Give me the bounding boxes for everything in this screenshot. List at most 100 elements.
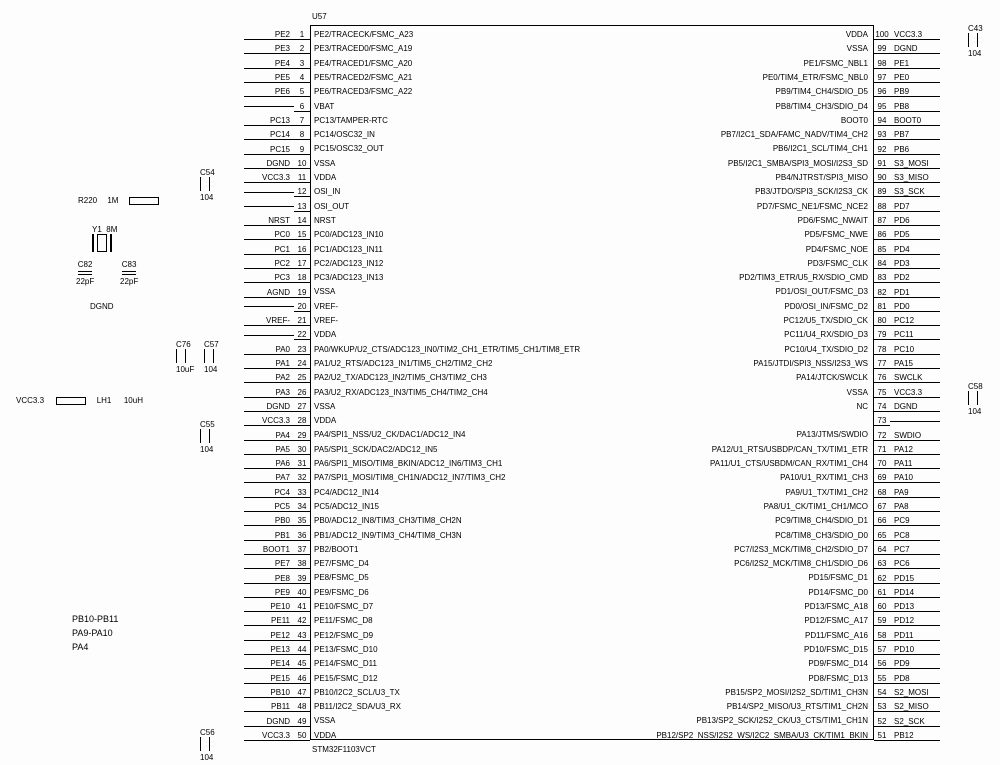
pin-function-right: PA14/JTCK/SWCLK	[796, 373, 868, 382]
net-label	[244, 106, 294, 107]
pin-number: 33	[294, 488, 310, 498]
pin-row-right: 94BOOT0	[874, 114, 1000, 128]
pin-number: 51	[874, 731, 890, 741]
pin-number: 50	[294, 731, 310, 741]
net-label: PC7	[890, 545, 940, 555]
pin-row-right: 68PA9	[874, 486, 1000, 500]
pin-row-left: PE839	[0, 571, 310, 585]
pin-number: 53	[874, 702, 890, 712]
net-label: PE15	[244, 674, 294, 684]
pin-number: 52	[874, 717, 890, 727]
pin-number: 66	[874, 516, 890, 526]
pin-row-right: 93PB7	[874, 128, 1000, 142]
net-label: PC2	[244, 259, 294, 269]
pin-function-right: PE1/FSMC_NBL1	[804, 59, 868, 68]
net-label: PC12	[890, 316, 940, 326]
pin-number: 35	[294, 516, 310, 526]
pin-number: 11	[294, 173, 310, 183]
pin-row-right: 72SWDIO	[874, 428, 1000, 442]
pin-function-left: VDDA	[314, 330, 336, 339]
net-label: PA12	[890, 445, 940, 455]
net-label: PB6	[890, 145, 940, 155]
net-label: PE4	[244, 59, 294, 69]
pin-row-right: 90S3_MISO	[874, 171, 1000, 185]
pin-number: 99	[874, 44, 890, 54]
pin-function-right: PD9/FSMC_D14	[808, 659, 868, 668]
pin-function-left: VDDA	[314, 416, 336, 425]
net-label: VCC3.3	[890, 388, 940, 398]
pin-function-left: VSSA	[314, 402, 335, 411]
pin-number: 27	[294, 402, 310, 412]
net-label: PD15	[890, 574, 940, 584]
pin-row-right: 58PD11	[874, 629, 1000, 643]
pin-number: 21	[294, 316, 310, 326]
pin-row-right: 89S3_SCK	[874, 185, 1000, 199]
pin-number: 91	[874, 159, 890, 169]
pin-function-left: VREF-	[314, 302, 338, 311]
pin-function-left: PE4/TRACED1/FSMC_A20	[314, 59, 412, 68]
pin-function-right: PB12/SP2_NSS/I2S2_WS/I2C2_SMBA/U3_CK/TIM…	[656, 731, 868, 740]
pin-function-left: PA1/U2_RTS/ADC123_IN1/TIM5_CH2/TIM2_CH2	[314, 359, 492, 368]
cap-c43: C43104	[968, 24, 983, 58]
net-label: PD0	[890, 302, 940, 312]
pin-number: 38	[294, 559, 310, 569]
pin-row-left: PC217	[0, 257, 310, 271]
pin-number: 26	[294, 388, 310, 398]
pin-number: 45	[294, 659, 310, 669]
net-label: PD8	[890, 674, 940, 684]
pin-function-right: PB3/JTDO/SPI3_SCK/I2S3_CK	[755, 187, 868, 196]
pin-row-left: VREF-21	[0, 314, 310, 328]
net-label: PD13	[890, 602, 940, 612]
pin-row-right: 61PD14	[874, 586, 1000, 600]
pin-function-right: PD15/FSMC_D1	[808, 573, 868, 582]
pin-number: 54	[874, 688, 890, 698]
net-label: PC9	[890, 516, 940, 526]
pin-number: 25	[294, 373, 310, 383]
crystal-y1: Y1 8M	[92, 225, 117, 252]
pin-row-left: PA429	[0, 428, 310, 442]
pin-row-left: PC015	[0, 228, 310, 242]
pin-row-left: PC433	[0, 486, 310, 500]
pin-function-left: PE9/FSMC_D6	[314, 588, 369, 597]
pin-row-right: 88PD7	[874, 200, 1000, 214]
pin-function-right: PC10/U4_TX/SDIO_D2	[784, 345, 868, 354]
net-label: SWCLK	[890, 373, 940, 383]
pin-row-left: BOOT137	[0, 543, 310, 557]
net-label: PB12	[890, 731, 940, 741]
net-label: SWDIO	[890, 431, 940, 441]
pin-row-left: PE54	[0, 71, 310, 85]
pin-row-left: PA631	[0, 457, 310, 471]
pin-number: 7	[294, 116, 310, 126]
pin-number: 36	[294, 531, 310, 541]
pin-number: 92	[874, 145, 890, 155]
net-label: PC13	[244, 116, 294, 126]
pin-row-left: PC137	[0, 114, 310, 128]
pin-function-left: PB2/BOOT1	[314, 545, 358, 554]
pin-function-left: PE5/TRACED2/FSMC_A21	[314, 73, 412, 82]
net-label: PB8	[890, 102, 940, 112]
chip-ref: U57	[312, 12, 327, 21]
pin-number: 78	[874, 345, 890, 355]
net-label: PA3	[244, 388, 294, 398]
pin-row-right: 53S2_MISO	[874, 700, 1000, 714]
cap-c83: C83 22pF	[120, 260, 138, 286]
pin-function-left: NRST	[314, 216, 336, 225]
note-line: PA9-PA10	[72, 626, 118, 640]
pin-number: 6	[294, 102, 310, 112]
net-label: BOOT1	[244, 545, 294, 555]
net-label: PE12	[244, 631, 294, 641]
net-label: DGND	[244, 159, 294, 169]
pin-function-right: PA12/U1_RTS/USBDP/CAN_TX/TIM1_ETR	[712, 445, 868, 454]
pin-function-right: PC11/U4_RX/SDIO_D3	[784, 330, 868, 339]
pin-number: 73	[874, 416, 890, 426]
pin-number: 44	[294, 645, 310, 655]
pin-function-right: PD4/FSMC_NOE	[806, 245, 868, 254]
pin-function-left: PB10/I2C2_SCL/U3_TX	[314, 688, 400, 697]
net-label: VREF-	[244, 316, 294, 326]
pin-number: 82	[874, 288, 890, 298]
pin-number: 10	[294, 159, 310, 169]
net-label: DGND	[244, 402, 294, 412]
net-label: PE1	[890, 59, 940, 69]
pin-number: 48	[294, 702, 310, 712]
net-label: VCC3.3	[244, 731, 294, 741]
